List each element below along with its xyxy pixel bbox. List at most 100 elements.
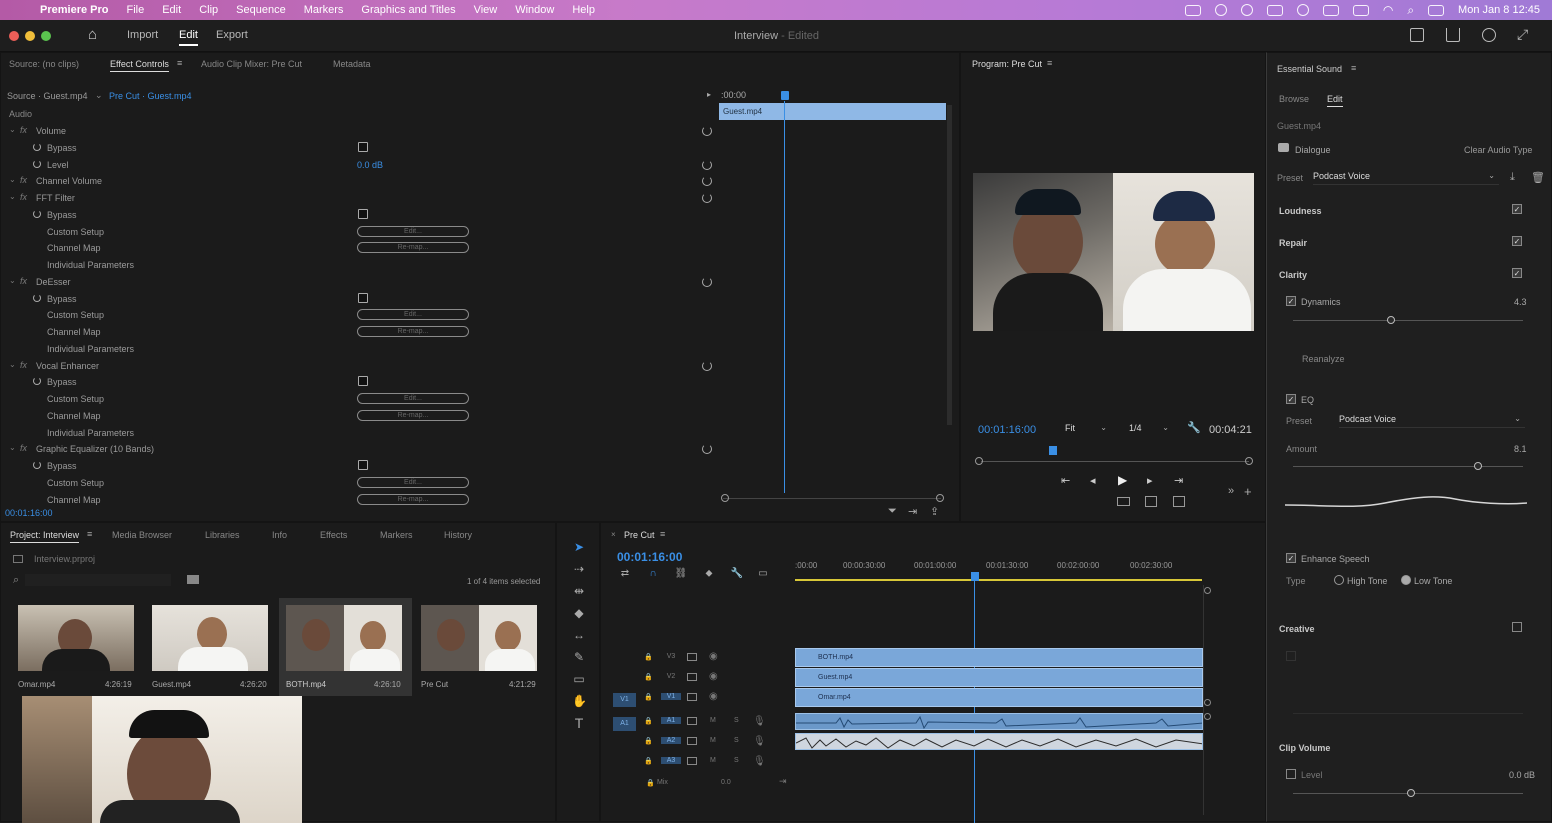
tab-source[interactable]: Source: (no clips) bbox=[9, 59, 79, 69]
captions-icon[interactable]: ▭ bbox=[756, 567, 770, 581]
step-forward-icon[interactable]: ▸ bbox=[1147, 474, 1153, 487]
bag-icon[interactable] bbox=[1266, 4, 1283, 16]
play-audio-icon[interactable]: ⇥ bbox=[908, 505, 917, 518]
app-menu[interactable]: Premiere Pro bbox=[40, 4, 108, 16]
project-search-input[interactable] bbox=[25, 574, 171, 586]
panel-menu-icon[interactable]: ≡ bbox=[1351, 63, 1356, 73]
effect-row[interactable]: ⌄ fx Graphic Equalizer (10 Bands) bbox=[1, 442, 712, 456]
panel-menu-icon[interactable]: ≡ bbox=[177, 58, 182, 68]
effect-property-row[interactable]: Individual Parameters bbox=[1, 426, 701, 440]
safe-margins-icon[interactable] bbox=[1117, 497, 1130, 506]
tab-export[interactable]: Export bbox=[216, 29, 248, 41]
panel-menu-icon[interactable]: ≡ bbox=[660, 529, 665, 539]
effect-property-row[interactable]: Level 0.0 dB bbox=[1, 158, 712, 172]
reverb-checkbox[interactable] bbox=[1286, 651, 1296, 661]
step-back-icon[interactable]: ◂ bbox=[1090, 474, 1096, 487]
more-controls-icon[interactable]: » bbox=[1228, 485, 1234, 497]
audio-clip-a2[interactable] bbox=[795, 733, 1203, 750]
track-lock-icon[interactable]: 🔒 bbox=[644, 653, 653, 661]
scrub-left-handle[interactable] bbox=[975, 457, 983, 465]
reanalyze-button[interactable]: Reanalyze bbox=[1302, 354, 1345, 364]
effect-property-row[interactable]: Custom Setup Edit... bbox=[1, 225, 701, 239]
go-to-in-icon[interactable]: ⇤ bbox=[1061, 474, 1070, 487]
menu-help[interactable]: Help bbox=[572, 4, 595, 16]
sync-icon[interactable] bbox=[1240, 4, 1253, 16]
edit-button[interactable]: Edit... bbox=[357, 393, 469, 404]
tab-edit[interactable]: Edit bbox=[179, 29, 198, 46]
stopwatch-icon[interactable] bbox=[33, 159, 41, 168]
thumb-omar[interactable] bbox=[18, 605, 134, 671]
stopwatch-icon[interactable] bbox=[33, 377, 41, 386]
ec-zoom-right-handle[interactable] bbox=[936, 494, 944, 502]
amount-slider-knob[interactable] bbox=[1474, 462, 1482, 470]
ec-zoom-bar[interactable] bbox=[723, 498, 941, 499]
reset-parameter-icon[interactable] bbox=[702, 193, 712, 203]
track-select-tool-icon[interactable]: ⇢ bbox=[572, 562, 586, 576]
mute-track-button[interactable]: M bbox=[710, 717, 716, 724]
reset-parameter-icon[interactable] bbox=[702, 444, 712, 455]
sync-lock-icon[interactable] bbox=[687, 737, 697, 745]
linked-selection-icon[interactable]: ⛓ bbox=[674, 567, 688, 581]
effect-row[interactable]: ⌄ fx DeEsser bbox=[1, 275, 712, 289]
level-value[interactable]: 0.0 dB bbox=[357, 160, 383, 170]
share-icon[interactable] bbox=[1446, 28, 1460, 42]
clip-path[interactable]: Pre Cut · Guest.mp4 bbox=[109, 91, 192, 101]
clear-audio-type-link[interactable]: Clear Audio Type bbox=[1464, 145, 1532, 155]
timeline-settings-icon[interactable]: 🔧 bbox=[730, 567, 744, 581]
clip-volume-section[interactable]: Clip Volume bbox=[1279, 743, 1330, 753]
play-icon[interactable]: ▶ bbox=[1118, 473, 1127, 487]
preset-dropdown[interactable]: Podcast Voice ⌄ bbox=[1313, 171, 1499, 185]
tab-libraries[interactable]: Libraries bbox=[205, 530, 240, 540]
bypass-checkbox[interactable] bbox=[358, 141, 368, 152]
loudness-checkbox[interactable]: ✓ bbox=[1512, 204, 1522, 214]
item-name[interactable]: BOTH.mp4 bbox=[286, 680, 326, 689]
low-tone-radio[interactable] bbox=[1401, 575, 1411, 585]
fit-dropdown[interactable]: Fit ⌄ bbox=[1065, 423, 1111, 437]
essential-sound-title[interactable]: Essential Sound bbox=[1277, 64, 1342, 74]
solo-track-button[interactable]: S bbox=[734, 757, 739, 764]
menu-window[interactable]: Window bbox=[515, 4, 554, 16]
level-checkbox[interactable] bbox=[1286, 769, 1296, 779]
eye-icon[interactable]: ◉ bbox=[709, 691, 718, 702]
export-frame-icon[interactable] bbox=[1145, 496, 1157, 507]
reset-parameter-icon[interactable] bbox=[702, 276, 712, 287]
fx-toggle-icon[interactable]: fx bbox=[20, 192, 27, 202]
high-tone-radio[interactable] bbox=[1334, 575, 1344, 585]
track-lock-icon[interactable]: 🔒 bbox=[644, 717, 653, 725]
dynamics-value[interactable]: 4.3 bbox=[1514, 297, 1527, 307]
fx-toggle-icon[interactable]: fx bbox=[20, 360, 27, 370]
add-marker-icon[interactable]: ⬥ bbox=[702, 567, 716, 581]
resolution-dropdown[interactable]: 1/4 ⌄ bbox=[1129, 423, 1173, 437]
bypass-checkbox[interactable] bbox=[358, 460, 368, 470]
tab-es-edit[interactable]: Edit bbox=[1327, 94, 1343, 107]
remap-button[interactable]: Re-map... bbox=[357, 409, 469, 421]
type-tool-icon[interactable]: T bbox=[572, 716, 586, 730]
program-timecode[interactable]: 00:01:16:00 bbox=[978, 424, 1036, 436]
timeline-timecode[interactable]: 00:01:16:00 bbox=[617, 550, 682, 564]
source-path[interactable]: Source · Guest.mp4 bbox=[7, 91, 88, 101]
effect-property-row[interactable]: Bypass bbox=[1, 375, 701, 389]
fullscreen-icon[interactable]: ⤢ bbox=[1517, 26, 1528, 43]
reverb-slider[interactable] bbox=[1293, 713, 1523, 714]
panel-menu-icon[interactable]: ≡ bbox=[87, 529, 92, 539]
rectangle-tool-icon[interactable]: ▭ bbox=[572, 672, 586, 686]
clip-both[interactable]: BOTH.mp4 bbox=[795, 648, 1203, 667]
stopwatch-icon[interactable] bbox=[33, 461, 41, 469]
creative-section[interactable]: Creative bbox=[1279, 624, 1315, 634]
track-lock-icon[interactable]: 🔒 bbox=[644, 757, 653, 765]
disclosure-triangle-icon[interactable]: ⌄ bbox=[9, 175, 16, 184]
lock-icon[interactable]: 🔒 bbox=[646, 779, 655, 787]
ripple-edit-tool-icon[interactable]: ⇹ bbox=[572, 584, 586, 598]
loudness-section[interactable]: Loudness bbox=[1279, 206, 1322, 216]
amount-value[interactable]: 8.1 bbox=[1514, 444, 1527, 454]
disclosure-triangle-icon[interactable]: ⌄ bbox=[9, 276, 16, 285]
microphone-icon[interactable]: 🎙 bbox=[753, 716, 766, 727]
track-lock-icon[interactable]: 🔒 bbox=[644, 673, 653, 681]
track-target-a1[interactable]: A1 bbox=[661, 717, 681, 724]
pen-tool-icon[interactable]: ✎ bbox=[572, 650, 586, 664]
tab-media-browser[interactable]: Media Browser bbox=[112, 530, 172, 540]
play-only-icon[interactable]: ▸ bbox=[707, 90, 711, 99]
disclosure-triangle-icon[interactable]: ⌄ bbox=[9, 192, 16, 201]
v1-source-patch[interactable]: V1 bbox=[613, 693, 636, 707]
dynamics-slider[interactable] bbox=[1293, 320, 1523, 321]
